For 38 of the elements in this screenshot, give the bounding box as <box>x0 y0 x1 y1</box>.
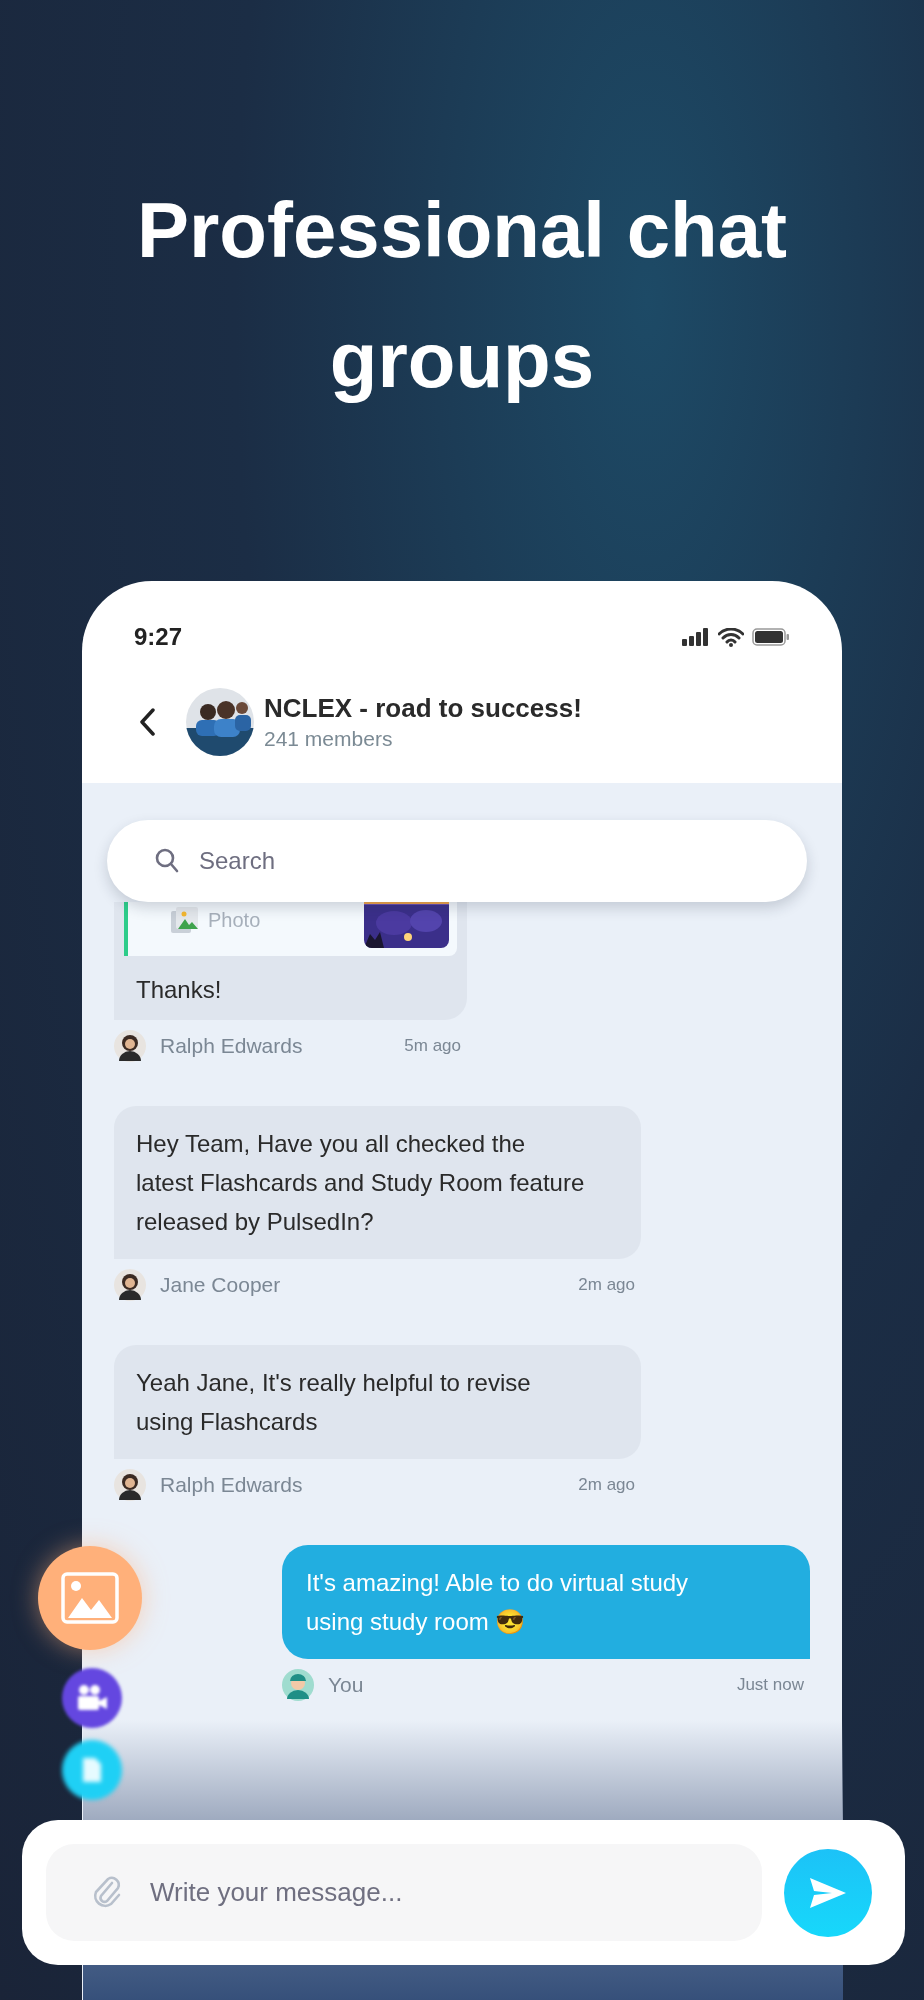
message-time: 2m ago <box>578 1474 635 1497</box>
message-time: Just now <box>736 1674 804 1697</box>
reply-preview[interactable]: Photo <box>124 902 457 956</box>
status-time: 9:27 <box>134 622 183 652</box>
message-time: 5m ago <box>404 1035 461 1058</box>
message-time: 2m ago <box>578 1274 635 1297</box>
member-count: 241 members <box>264 726 394 752</box>
document-icon <box>81 1756 103 1784</box>
sender-name: Jane Cooper <box>160 1272 281 1299</box>
document-button[interactable] <box>62 1740 122 1800</box>
avatar-icon <box>114 1269 146 1301</box>
message-field[interactable]: Write your message... <box>46 1844 762 1941</box>
sender-name: You <box>328 1672 364 1699</box>
headline: Professional chat groups <box>135 185 789 406</box>
sender-name: Ralph Edwards <box>160 1472 303 1499</box>
message-text: Hey Team, Have you all checked the latest Flashcards and Study Room feature released by PulsedIn? <box>136 1129 586 1237</box>
wifi-icon <box>718 627 744 647</box>
photo-icon <box>170 905 200 935</box>
group-title: NCLEX - road to success! <box>264 692 582 725</box>
video-camera-icon <box>75 1684 109 1712</box>
paperclip-icon <box>92 1874 122 1910</box>
back-chevron-icon <box>139 708 155 736</box>
avatar-icon <box>282 1669 314 1701</box>
avatar-icon <box>114 1469 146 1501</box>
video-button[interactable] <box>62 1668 122 1728</box>
preview-label: Photo <box>208 908 261 933</box>
avatar-icon <box>114 1030 146 1062</box>
send-icon <box>809 1876 847 1909</box>
sender-name: Ralph Edwards <box>160 1033 303 1060</box>
image-button[interactable] <box>38 1546 142 1650</box>
image-icon <box>61 1572 119 1624</box>
signal-icon <box>682 628 710 646</box>
battery-icon <box>752 628 790 646</box>
message-text: Thanks! <box>135 975 223 1005</box>
message-text: Yeah Jane, It's really helpful to revise using Flashcards <box>136 1368 532 1437</box>
message-text: It's amazing! Able to do virtual study using study room 😎 <box>306 1568 690 1637</box>
search-field[interactable]: Search <box>107 820 807 902</box>
search-icon <box>155 848 179 874</box>
